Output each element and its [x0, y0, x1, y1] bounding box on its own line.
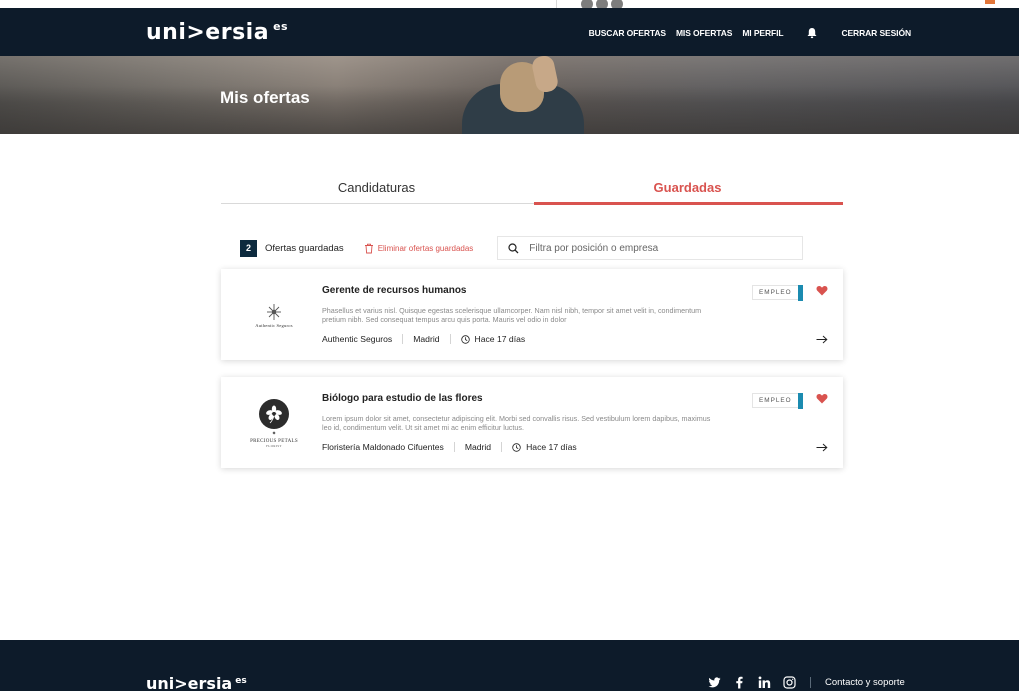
- facebook-icon[interactable]: [733, 676, 746, 689]
- page-title: Mis ofertas: [220, 88, 310, 107]
- flower-icon: [266, 405, 282, 423]
- main-nav: BUSCAR OFERTAS MIS OFERTAS MI PERFIL CER…: [589, 27, 911, 39]
- company-logo: Authentic Seguros: [243, 285, 305, 345]
- site-logo[interactable]: uni>ersia es: [146, 20, 288, 45]
- offer-type-chip: EMPLEO: [752, 285, 799, 300]
- site-header: uni>ersia es BUSCAR OFERTAS MIS OFERTAS M…: [0, 8, 1019, 56]
- offer-posted: Hace 17 días: [526, 442, 577, 452]
- authentic-seguros-logo-icon: [267, 303, 281, 320]
- decorative-mark: [985, 0, 995, 4]
- site-logo-suffix: es: [273, 20, 289, 33]
- search-input[interactable]: [529, 242, 790, 254]
- delete-saved-label: Eliminar ofertas guardadas: [377, 243, 474, 253]
- offer-company: Floristería Maldonado Cifuentes: [322, 442, 444, 452]
- heart-icon[interactable]: [816, 285, 828, 296]
- site-footer: uni>ersia es Contacto y soporte: [0, 640, 1019, 693]
- offer-card[interactable]: Authentic Seguros Gerente de recursos hu…: [221, 269, 843, 360]
- footer-logo-text: uni>ersia: [146, 674, 233, 693]
- arrow-right-icon[interactable]: [816, 443, 828, 452]
- search-box: [497, 236, 804, 260]
- nav-mis-ofertas[interactable]: MIS OFERTAS: [676, 28, 732, 38]
- hero-banner: Mis ofertas: [0, 56, 1019, 134]
- logo-ornament: ◆: [272, 429, 276, 435]
- offer-location: Madrid: [464, 442, 492, 452]
- support-link[interactable]: Contacto y soporte: [825, 677, 905, 688]
- offer-company: Authentic Seguros: [322, 334, 393, 344]
- search-icon: [508, 242, 519, 253]
- offer-description: Lorem ipsum dolor sit amet, consectetur …: [322, 414, 711, 432]
- company-logo: ◆ PRECIOUS PETALS FLORIST: [243, 393, 305, 453]
- offer-posted: Hace 17 días: [474, 334, 526, 344]
- clock-icon: [460, 334, 470, 344]
- offer-description: Phasellus et varius nisl. Quisque egesta…: [322, 306, 702, 324]
- offer-type-bar: [798, 285, 803, 301]
- divider: [449, 334, 451, 344]
- footer-logo[interactable]: uni>ersia es: [146, 674, 247, 693]
- top-strip: [0, 0, 1019, 10]
- saved-count-label: Ofertas guardadas: [265, 242, 344, 254]
- arrow-right-icon[interactable]: [816, 335, 828, 344]
- nav-buscar-ofertas[interactable]: BUSCAR OFERTAS: [589, 28, 666, 38]
- divider: [810, 677, 811, 688]
- offer-title[interactable]: Gerente de recursos humanos: [322, 285, 467, 296]
- offer-title[interactable]: Biólogo para estudio de las flores: [322, 393, 483, 404]
- instagram-icon[interactable]: [783, 676, 796, 689]
- linkedin-icon[interactable]: [758, 676, 771, 689]
- site-logo-text: uni>ersia: [146, 20, 270, 45]
- nav-cerrar-sesion[interactable]: CERRAR SESIÓN: [841, 28, 911, 38]
- divider: [402, 334, 404, 344]
- bell-icon[interactable]: [805, 27, 819, 39]
- delete-saved-button[interactable]: Eliminar ofertas guardadas: [364, 243, 474, 254]
- company-logo-text: Authentic Seguros: [255, 322, 293, 328]
- trash-icon: [364, 243, 373, 253]
- offer-type-chip: EMPLEO: [752, 393, 799, 408]
- footer-logo-suffix: es: [235, 676, 247, 686]
- nav-mi-perfil[interactable]: MI PERFIL: [742, 28, 783, 38]
- tab-guardadas[interactable]: Guardadas: [532, 178, 843, 205]
- saved-toolbar: 2 Ofertas guardadas Eliminar ofertas gua…: [240, 236, 843, 260]
- clock-icon: [512, 442, 521, 452]
- offer-meta: Authentic Seguros Madrid Hace 17 días: [322, 334, 525, 344]
- offers-tabs: Candidaturas Guardadas: [221, 178, 843, 205]
- company-logo-subtext: FLORIST: [266, 443, 282, 448]
- divider: [556, 0, 557, 8]
- offer-card[interactable]: ◆ PRECIOUS PETALS FLORIST Biólogo para e…: [221, 377, 843, 468]
- offer-location: Madrid: [413, 334, 440, 344]
- offer-meta: Floristería Maldonado Cifuentes Madrid H…: [322, 442, 577, 452]
- saved-count-badge: 2: [240, 239, 257, 257]
- tab-candidaturas[interactable]: Candidaturas: [221, 178, 532, 203]
- precious-petals-logo-icon: [259, 398, 289, 429]
- social-links: Contacto y soporte: [708, 676, 905, 689]
- heart-icon[interactable]: [816, 393, 828, 404]
- offer-type-bar: [798, 393, 803, 409]
- divider: [501, 442, 503, 452]
- divider: [453, 442, 455, 452]
- twitter-icon[interactable]: [708, 676, 721, 689]
